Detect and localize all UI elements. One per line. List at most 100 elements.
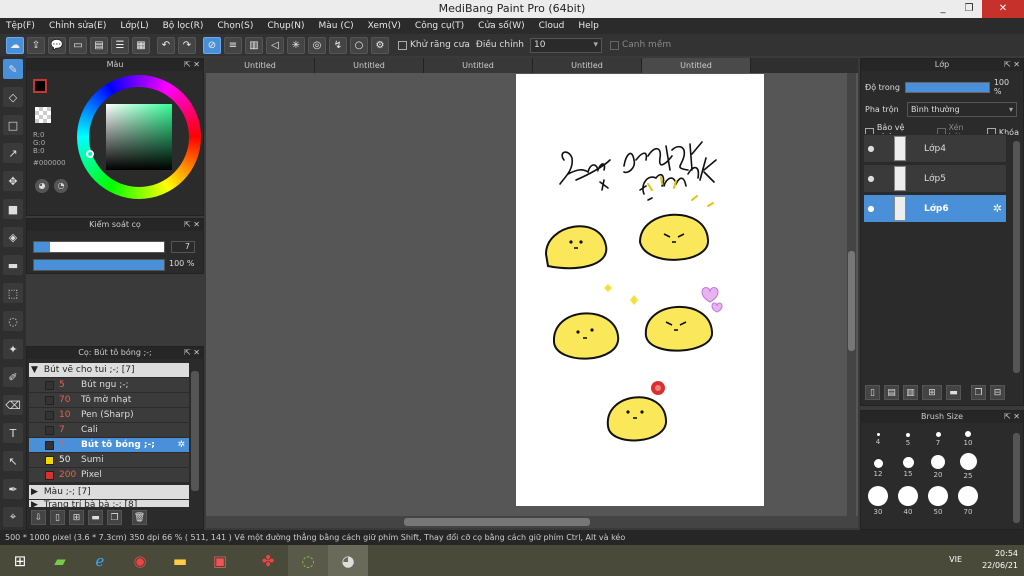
dot-tool-icon[interactable]: ↗ (3, 143, 23, 163)
ellipse-snap-icon[interactable]: ○ (350, 36, 368, 54)
select-eraser-tool-icon[interactable]: ⌫ (3, 395, 23, 415)
clip-studio-icon[interactable]: ◌ (288, 545, 328, 576)
eye-icon[interactable]: ● (864, 204, 878, 213)
magic-wand-tool-icon[interactable]: ✦ (3, 339, 23, 359)
saturation-square[interactable] (106, 104, 172, 170)
menu-cloud[interactable]: Cloud (539, 21, 565, 31)
tab-untitled-4[interactable]: Untitled (533, 58, 642, 73)
menu-view[interactable]: Xem(V) (368, 21, 401, 31)
tab-untitled-1[interactable]: Untitled (206, 58, 315, 73)
redo-icon[interactable]: ↷ (178, 36, 196, 54)
close-button[interactable]: ✕ (982, 0, 1024, 18)
brush-item[interactable]: 50 Sumi (29, 453, 189, 468)
menu-snap[interactable]: Chụp(N) (267, 21, 304, 31)
horizontal-scroll-thumb[interactable] (404, 518, 590, 526)
brush-size-cell[interactable]: 25 (953, 453, 983, 480)
ie-browser-icon[interactable]: ℯ (80, 545, 120, 576)
brush-size-cell[interactable]: 40 (893, 486, 923, 516)
text-tool-icon[interactable]: T (3, 423, 23, 443)
maximize-button[interactable]: ❐ (956, 0, 982, 18)
clock-time[interactable]: 20:54 (982, 548, 1018, 560)
puzzle-app-icon[interactable]: ✤ (248, 545, 288, 576)
powerpoint-icon[interactable]: ▣ (200, 545, 240, 576)
select-pen-tool-icon[interactable]: ✐ (3, 367, 23, 387)
brush-group[interactable]: ▶ Trang trí bà bà ;-; [8] (29, 500, 189, 508)
brush-size-cell[interactable]: 50 (923, 486, 953, 516)
adjust-select[interactable]: 10 (529, 37, 602, 53)
chrome-icon[interactable]: ◉ (120, 545, 160, 576)
palette-edit-icon[interactable]: ◔ (54, 179, 68, 193)
brush-size-cell[interactable]: 20 (923, 453, 953, 480)
menu-window[interactable]: Cửa số(W) (478, 21, 524, 31)
layer-item[interactable]: ● Lớp5 (863, 164, 1007, 193)
panel-controls-icon[interactable]: ⇱ ✕ (184, 347, 200, 359)
brush-size-cell[interactable]: 30 (863, 486, 893, 516)
new-layer-1bit-icon[interactable]: ▥ (903, 385, 918, 400)
add-brush-icon[interactable]: ⊞ (69, 510, 84, 525)
select-tool-icon[interactable]: ⬚ (3, 283, 23, 303)
eraser-tool-icon[interactable]: ◇ (3, 87, 23, 107)
curve-snap-icon[interactable]: ↯ (329, 36, 347, 54)
menu-file[interactable]: Tệp(F) (6, 21, 35, 31)
snap-off-icon[interactable]: ⊘ (203, 36, 221, 54)
vertical-scrollbar[interactable] (847, 73, 856, 516)
eyedropper-tool-icon[interactable]: ⌖ (3, 507, 23, 527)
brush-size-cell[interactable]: 10 (953, 427, 983, 447)
add-layer-menu-icon[interactable]: ⊞ (922, 385, 942, 400)
horizontal-scrollbar[interactable] (206, 516, 858, 528)
menu-tools[interactable]: Công cụ(T) (415, 21, 464, 31)
language-indicator[interactable]: VIE (949, 554, 962, 566)
shape-tool-icon[interactable]: □ (3, 115, 23, 135)
brush-size-cell[interactable]: 5 (893, 427, 923, 447)
brush-size-cell[interactable]: 7 (923, 427, 953, 447)
minimize-button[interactable]: _ (930, 0, 956, 18)
folder-icon[interactable]: ▬ (88, 510, 103, 525)
duplicate-layer-icon[interactable]: ❐ (971, 385, 986, 400)
new-layer-icon[interactable]: ▯ (865, 385, 880, 400)
menu-color[interactable]: Màu (C) (319, 21, 354, 31)
canvas-area[interactable] (206, 73, 858, 516)
list-icon[interactable]: ☰ (111, 36, 129, 54)
windows-start-icon[interactable]: ⊞ (0, 545, 40, 576)
cloud-icon[interactable]: ☁ (6, 36, 24, 54)
brush-size-slider[interactable] (33, 241, 165, 253)
brush-opacity-slider[interactable] (33, 259, 165, 271)
brush-item[interactable]: 7 Cali (29, 423, 189, 438)
merge-layer-icon[interactable]: ⊟ (990, 385, 1005, 400)
blend-select[interactable]: Bình thường (907, 102, 1017, 117)
gear-icon[interactable]: ✲ (993, 202, 1002, 215)
panel-controls-icon[interactable]: ⇱ ✕ (1004, 411, 1020, 423)
brush-list-scrollbar[interactable] (191, 371, 199, 491)
foreground-swatch[interactable] (33, 79, 47, 93)
bucket-tool-icon[interactable]: ◈ (3, 227, 23, 247)
brush-item[interactable]: 70 Tô mờ nhạt (29, 393, 189, 408)
brush-tool-icon[interactable]: ✎ (3, 59, 23, 79)
panel-controls-icon[interactable]: ⇱ ✕ (184, 59, 200, 71)
menu-select[interactable]: Chọn(S) (217, 21, 253, 31)
comment-alt-icon[interactable]: ▭ (69, 36, 87, 54)
layer-list-scrollbar[interactable] (1013, 141, 1020, 373)
menu-filter[interactable]: Bộ lọc(R) (163, 21, 204, 31)
brush-size-cell[interactable]: 4 (863, 427, 893, 447)
transparent-swatch[interactable] (35, 107, 51, 123)
brush-item[interactable]: 5 Bút ngu ;-; (29, 378, 189, 393)
antialias-checkbox[interactable] (398, 40, 407, 50)
share-icon[interactable]: ⇪ (27, 36, 45, 54)
fill-rect-tool-icon[interactable]: ■ (3, 199, 23, 219)
hue-ring[interactable] (77, 75, 201, 199)
undo-icon[interactable]: ↶ (157, 36, 175, 54)
settings-icon[interactable]: ⚙ (371, 36, 389, 54)
palette-icon[interactable]: ◕ (35, 179, 49, 193)
brush-item-selected[interactable]: 7 Bút tô bóng ;-; ✲ (29, 438, 189, 453)
medibang-app-icon[interactable]: ◕ (328, 545, 368, 576)
circle-snap-icon[interactable]: ◎ (308, 36, 326, 54)
comment-icon[interactable]: 💬 (48, 36, 66, 54)
drawing-canvas[interactable] (516, 74, 764, 506)
new-layer-8bit-icon[interactable]: ▤ (884, 385, 899, 400)
parallel-snap-icon[interactable]: ≡ (224, 36, 242, 54)
cross-snap-icon[interactable]: ▥ (245, 36, 263, 54)
menu-help[interactable]: Help (578, 21, 599, 31)
brush-group[interactable]: ▼ Bút vẽ cho tui ;-; [7] (29, 363, 189, 378)
tab-untitled-5[interactable]: Untitled (642, 58, 751, 73)
eye-icon[interactable]: ● (864, 144, 878, 153)
